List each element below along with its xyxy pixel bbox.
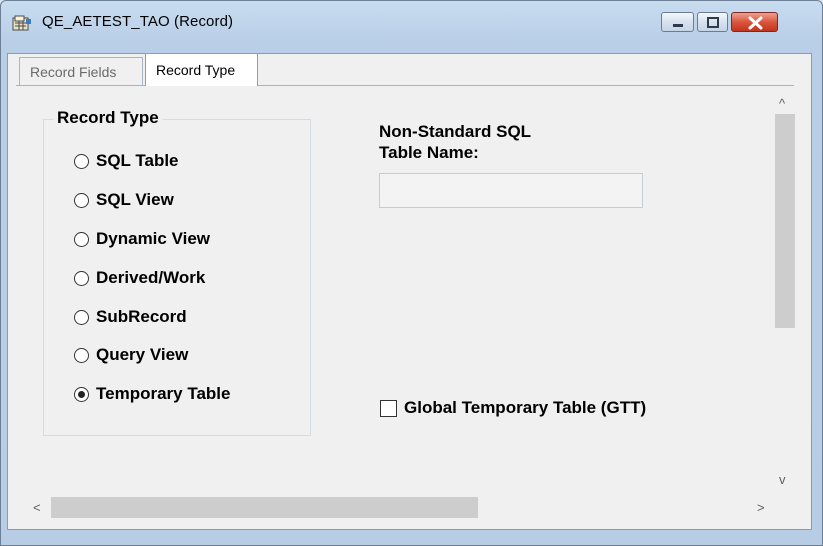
radio-label: SQL Table: [96, 151, 179, 170]
scroll-up-icon[interactable]: ^: [779, 97, 785, 110]
maximize-icon: [707, 17, 719, 28]
radio-subrecord[interactable]: SubRecord: [74, 306, 187, 328]
radio-button[interactable]: [74, 153, 89, 169]
scroll-left-icon[interactable]: <: [33, 501, 41, 514]
gtt-checkbox[interactable]: [380, 399, 397, 417]
radio-sql-view[interactable]: SQL View: [74, 189, 174, 211]
sql-table-name-label-line2: Table Name:: [379, 143, 479, 162]
tab-record-type[interactable]: Record Type: [145, 53, 258, 86]
minimize-button[interactable]: [661, 12, 694, 32]
horizontal-scroll-thumb[interactable]: [51, 497, 478, 518]
radio-label: SubRecord: [96, 307, 187, 326]
radio-button[interactable]: [74, 270, 89, 286]
radio-button[interactable]: [74, 231, 89, 247]
minimize-icon: [673, 24, 683, 27]
maximize-button[interactable]: [697, 12, 728, 32]
radio-button[interactable]: [74, 192, 89, 208]
sql-table-name-label-line1: Non-Standard SQL: [379, 122, 532, 141]
vertical-scroll-thumb[interactable]: [775, 114, 795, 328]
radio-dynamic-view[interactable]: Dynamic View: [74, 228, 210, 250]
radio-label: Temporary Table: [96, 384, 231, 403]
radio-label: Dynamic View: [96, 229, 211, 248]
radio-sql-table[interactable]: SQL Table: [74, 150, 179, 172]
record-type-group-label: Record Type: [53, 108, 163, 128]
radio-label: SQL View: [96, 190, 174, 209]
radio-label: Query View: [96, 345, 189, 364]
title-bar[interactable]: QE_AETEST_TAO (Record): [0, 0, 821, 40]
radio-button-selected[interactable]: [74, 386, 89, 402]
radio-derived-work[interactable]: Derived/Work: [74, 267, 205, 289]
scroll-down-icon[interactable]: v: [779, 473, 786, 486]
sql-table-name-label: Non-Standard SQL Table Name:: [379, 121, 531, 163]
radio-temporary-table[interactable]: Temporary Table: [74, 383, 230, 405]
gtt-checkbox-row[interactable]: Global Temporary Table (GTT): [380, 397, 646, 419]
scroll-right-icon[interactable]: >: [757, 501, 765, 514]
radio-button[interactable]: [74, 309, 89, 325]
sql-table-name-input[interactable]: [379, 173, 643, 208]
record-app-icon: [12, 15, 32, 31]
close-icon: [748, 16, 763, 30]
gtt-checkbox-label: Global Temporary Table (GTT): [404, 398, 647, 417]
radio-label: Derived/Work: [96, 268, 206, 287]
tab-record-fields[interactable]: Record Fields: [19, 57, 143, 85]
radio-query-view[interactable]: Query View: [74, 344, 188, 366]
radio-button[interactable]: [74, 347, 89, 363]
window-title: QE_AETEST_TAO (Record): [42, 13, 234, 30]
close-button[interactable]: [731, 12, 778, 32]
